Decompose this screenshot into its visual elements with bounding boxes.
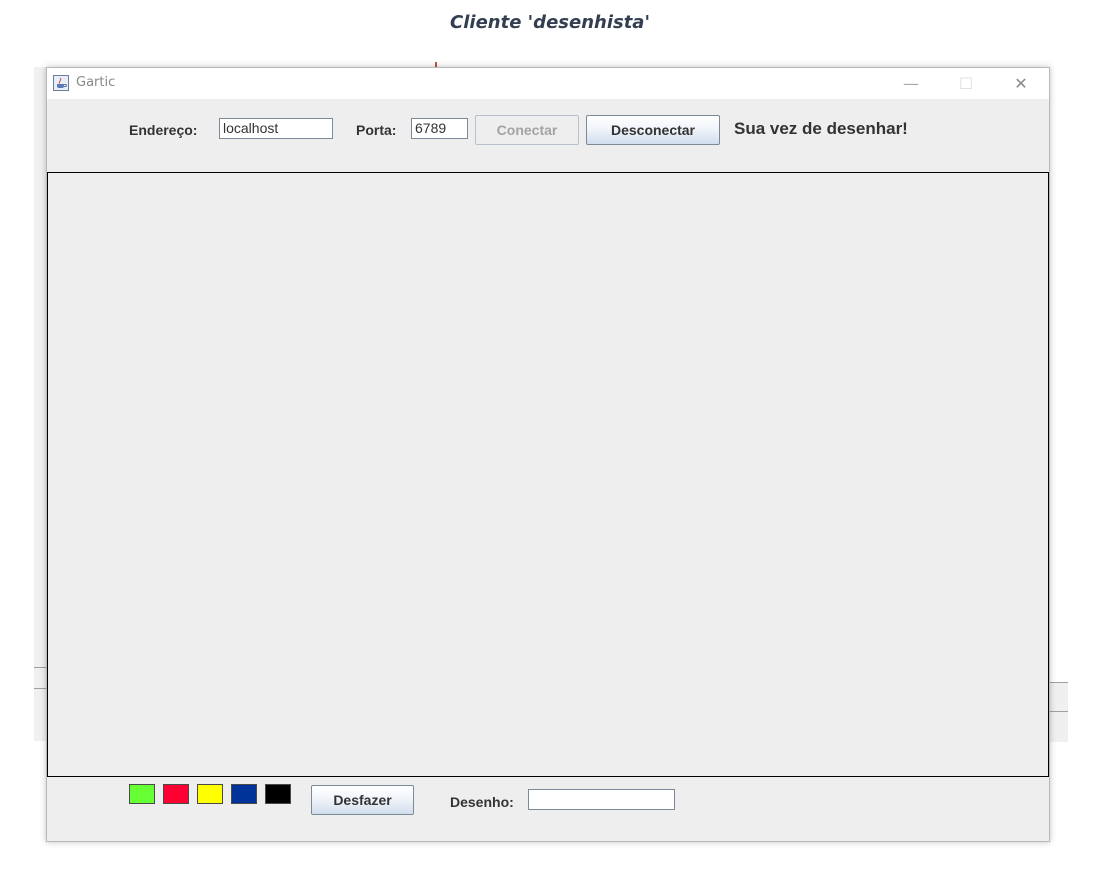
background-divider xyxy=(1048,711,1068,712)
background-window-left xyxy=(34,67,46,741)
gartic-window: Gartic — ☐ ✕ Endereço: localhost Porta: … xyxy=(46,67,1050,842)
caption: Cliente 'desenhista' xyxy=(450,12,650,33)
background-divider xyxy=(34,667,46,668)
port-label: Porta: xyxy=(356,122,397,138)
background-divider xyxy=(1048,682,1068,683)
port-input[interactable]: 6789 xyxy=(411,118,468,139)
color-swatch-black[interactable] xyxy=(265,784,291,804)
maximize-button[interactable]: ☐ xyxy=(943,68,989,99)
color-swatch-blue[interactable] xyxy=(231,784,257,804)
title-bar[interactable]: Gartic — ☐ ✕ xyxy=(47,68,1049,99)
drawing-input[interactable] xyxy=(528,789,675,810)
close-button[interactable]: ✕ xyxy=(998,68,1044,99)
drawing-label: Desenho: xyxy=(450,794,514,810)
background-divider xyxy=(34,688,46,689)
color-swatch-red[interactable] xyxy=(163,784,189,804)
status-message: Sua vez de desenhar! xyxy=(734,119,908,138)
background-window-right xyxy=(1048,682,1068,742)
address-input[interactable]: localhost xyxy=(219,118,333,139)
window-title: Gartic xyxy=(76,75,116,90)
drawing-canvas[interactable] xyxy=(47,172,1049,777)
color-swatch-green[interactable] xyxy=(129,784,155,804)
address-label: Endereço: xyxy=(129,122,198,138)
disconnect-button[interactable]: Desconectar xyxy=(586,115,720,145)
minimize-button[interactable]: — xyxy=(888,68,934,99)
java-coffee-cup-icon[interactable] xyxy=(53,75,69,91)
connect-button[interactable]: Conectar xyxy=(475,115,579,145)
undo-button[interactable]: Desfazer xyxy=(311,785,414,815)
color-swatch-yellow[interactable] xyxy=(197,784,223,804)
